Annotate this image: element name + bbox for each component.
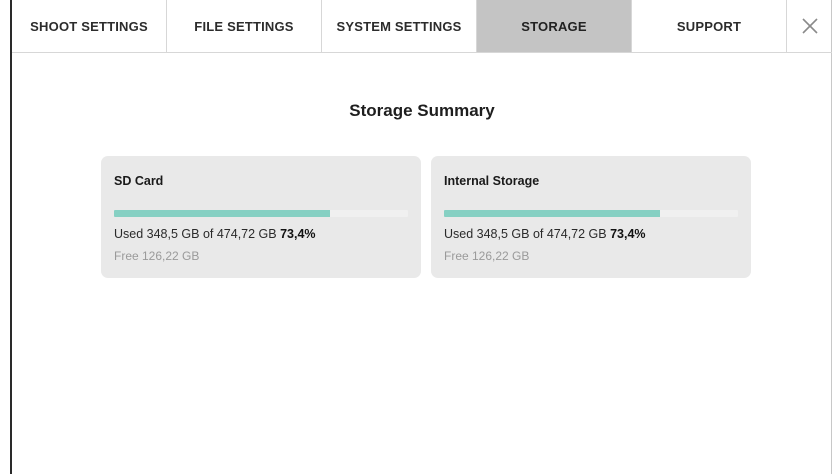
storage-name: Internal Storage — [444, 174, 540, 188]
used-text: Used 348,5 GB of 474,72 GB 73,4% — [444, 227, 738, 241]
tab-shoot-settings[interactable]: SHOOT SETTINGS — [12, 0, 167, 52]
usage-bar — [444, 210, 738, 217]
free-text: Free 126,22 GB — [114, 249, 200, 263]
internal-storage-panel: Internal Storage Used 348,5 GB of 474,72… — [431, 156, 751, 278]
storage-name: SD Card — [114, 174, 164, 188]
sd-card-panel: SD Card Used 348,5 GB of 474,72 GB 73,4%… — [101, 156, 421, 278]
usage-bar — [114, 210, 408, 217]
usage-bar-fill — [114, 210, 330, 217]
tab-system-settings[interactable]: SYSTEM SETTINGS — [322, 0, 477, 52]
tab-bar: SHOOT SETTINGS FILE SETTINGS SYSTEM SETT… — [12, 0, 832, 53]
free-text: Free 126,22 GB — [444, 249, 530, 263]
tab-support[interactable]: SUPPORT — [632, 0, 787, 52]
settings-window: SHOOT SETTINGS FILE SETTINGS SYSTEM SETT… — [10, 0, 832, 474]
usage-bar-fill — [444, 210, 660, 217]
used-percent: 73,4% — [280, 227, 316, 241]
close-button[interactable] — [787, 0, 832, 52]
close-icon — [801, 18, 818, 34]
page-title: Storage Summary — [349, 101, 495, 120]
used-text: Used 348,5 GB of 474,72 GB 73,4% — [114, 227, 408, 241]
used-percent: 73,4% — [610, 227, 646, 241]
tab-storage[interactable]: STORAGE — [477, 0, 632, 52]
tab-file-settings[interactable]: FILE SETTINGS — [167, 0, 322, 52]
used-amount: Used 348,5 GB of 474,72 GB — [444, 227, 607, 241]
used-amount: Used 348,5 GB of 474,72 GB — [114, 227, 277, 241]
